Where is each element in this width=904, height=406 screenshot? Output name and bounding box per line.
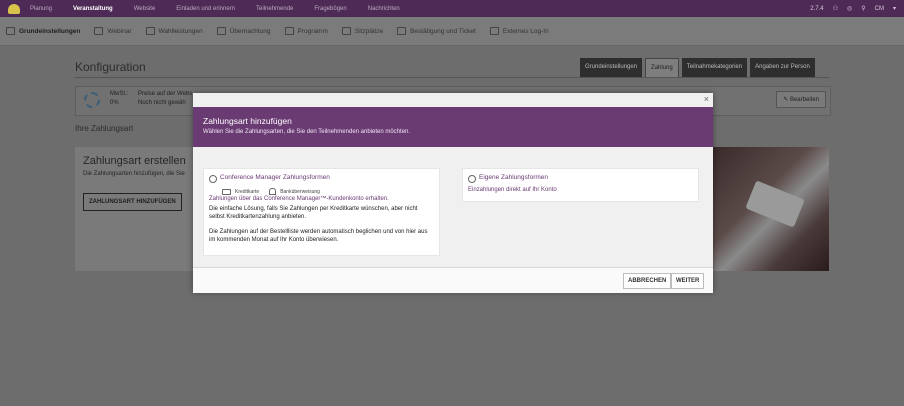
close-icon[interactable]: × bbox=[704, 94, 709, 104]
tab-grundeinstellungen[interactable]: Grundeinstellungen bbox=[580, 58, 643, 77]
avatar[interactable]: CM bbox=[875, 6, 884, 12]
tab-angaben-zur-person[interactable]: Angaben zur Person bbox=[750, 58, 815, 77]
pencil-icon: ✎ bbox=[783, 97, 790, 103]
users-icon[interactable]: ⚇ bbox=[833, 5, 838, 12]
topnav-teilnehmende[interactable]: Teilnehmende bbox=[256, 6, 293, 12]
modal-subtitle: Wählen Sie die Zahlungsarten, die Sie de… bbox=[203, 129, 411, 135]
bank-transfer-label: Banküberweisung bbox=[280, 188, 320, 195]
subnav-sitzplaetze[interactable]: Sitzplätze bbox=[341, 27, 384, 35]
prices-status-text: Noch nicht gewäh bbox=[138, 100, 186, 106]
app-logo-icon[interactable] bbox=[8, 3, 20, 14]
monitor-icon bbox=[94, 27, 104, 35]
globe-icon[interactable]: ◎ bbox=[847, 5, 852, 12]
bed-icon bbox=[216, 27, 226, 35]
tab-teilnahmekategorien[interactable]: Teilnahmekategorien bbox=[681, 58, 748, 77]
option-conference-manager[interactable]: Conference Manager Zahlungsformen Kredit… bbox=[203, 168, 440, 256]
topnav-website[interactable]: Website bbox=[134, 6, 156, 12]
option-description: Die einfache Lösung, falls Sie Zahlungen… bbox=[209, 206, 418, 220]
chair-icon bbox=[341, 27, 351, 35]
credit-card-icon bbox=[222, 188, 231, 195]
counter-text: 2.7.4 bbox=[810, 5, 824, 12]
topnav-veranstaltung[interactable]: Veranstaltung bbox=[73, 6, 113, 12]
add-payment-button[interactable]: ZAHLUNGSART HINZUFÜGEN bbox=[83, 193, 182, 211]
search-icon[interactable]: ⚲ bbox=[861, 5, 865, 12]
edit-button-label: Bearbeiten bbox=[789, 97, 819, 103]
tab-zahlung[interactable]: Zahlung bbox=[645, 58, 679, 77]
modal-footer: ABBRECHEN WEITER bbox=[193, 267, 713, 293]
option-description-2: Die Zahlungen auf der Bestellliste werde… bbox=[209, 229, 428, 243]
credit-card-photo bbox=[713, 147, 829, 271]
subnav-programm[interactable]: Programm bbox=[284, 27, 328, 35]
option-title: Conference Manager Zahlungsformen bbox=[220, 174, 330, 181]
radio-conference-manager[interactable] bbox=[209, 175, 217, 183]
bank-icon bbox=[269, 188, 277, 195]
subnav-webinar[interactable]: Webinar bbox=[94, 27, 132, 35]
subnav-label: Externes Log-In bbox=[502, 27, 549, 35]
option-link[interactable]: Zahlungen über das Conference Manager™-K… bbox=[209, 196, 389, 202]
subnav-grundeinstellungen[interactable]: Grundeinstellungen bbox=[6, 27, 80, 35]
add-payment-modal: × Zahlungsart hinzufügen Wählen Sie die … bbox=[193, 93, 713, 293]
radio-own-payment[interactable] bbox=[468, 175, 476, 183]
chevron-down-icon[interactable]: ▾ bbox=[893, 5, 896, 12]
subnav-label: Wahlleistungen bbox=[158, 27, 203, 35]
gear-icon bbox=[84, 92, 100, 108]
subnav-label: Programm bbox=[297, 27, 328, 35]
option-own-payment[interactable]: Eigene Zahlungsformen Einzahlungen direk… bbox=[462, 168, 699, 202]
next-button[interactable]: WEITER bbox=[671, 273, 705, 289]
divider bbox=[75, 77, 829, 78]
option-title: Eigene Zahlungsformen bbox=[479, 174, 549, 181]
create-text: Die Zahlungsarten hinzufügen, die Sie bbox=[83, 171, 185, 177]
subnav-label: Grundeinstellungen bbox=[19, 27, 81, 35]
topnav-nachrichten[interactable]: Nachrichten bbox=[368, 6, 400, 12]
subnav-bestaetigung[interactable]: Bestätigung und Ticket bbox=[397, 27, 476, 35]
modal-header: Zahlungsart hinzufügen Wählen Sie die Za… bbox=[193, 107, 713, 147]
option-link[interactable]: Einzahlungen direkt auf Ihr Konto bbox=[468, 187, 557, 193]
mwst-value: 0% bbox=[110, 100, 119, 106]
ticket-icon bbox=[397, 27, 407, 35]
subnav-uebernachtung[interactable]: Übernachtung bbox=[216, 27, 271, 35]
config-tabs: Grundeinstellungen Zahlung Teilnahmekate… bbox=[580, 58, 815, 77]
section-title: Ihre Zahlungsart bbox=[75, 124, 134, 133]
topnav-frageboegen[interactable]: Fragebögen bbox=[314, 6, 346, 12]
edit-button[interactable]: ✎ Bearbeiten bbox=[776, 91, 826, 108]
subnav-label: Webinar bbox=[107, 27, 132, 35]
pencil-icon bbox=[489, 27, 499, 35]
subnav-externes-login[interactable]: Externes Log-In bbox=[489, 27, 549, 35]
calendar-icon bbox=[284, 27, 294, 35]
create-title: Zahlungsart erstellen bbox=[83, 155, 186, 167]
credit-card-label: Kreditkarte bbox=[235, 188, 260, 195]
gear-icon bbox=[6, 27, 15, 35]
cancel-button[interactable]: ABBRECHEN bbox=[623, 273, 672, 289]
modal-title: Zahlungsart hinzufügen bbox=[203, 116, 292, 126]
card-image bbox=[745, 180, 805, 228]
topnav-planung[interactable]: Planung bbox=[30, 6, 52, 12]
sub-navigation: Grundeinstellungen Webinar Wahlleistunge… bbox=[0, 17, 904, 46]
subnav-label: Bestätigung und Ticket bbox=[410, 27, 476, 35]
payment-methods-row: Kreditkarte Banküberweisung bbox=[222, 188, 320, 195]
subnav-label: Übernachtung bbox=[229, 27, 271, 35]
subnav-label: Sitzplätze bbox=[354, 27, 384, 35]
topnav-right: 2.7.4 ⚇ ◎ ⚲ CM ▾ bbox=[810, 0, 896, 17]
topnav-einladen[interactable]: Einladen und erinnern bbox=[176, 6, 235, 12]
page-title: Konfiguration bbox=[75, 60, 146, 74]
subnav-wahlleistungen[interactable]: Wahlleistungen bbox=[145, 27, 203, 35]
prices-text: Preise auf der Webs bbox=[138, 91, 193, 97]
puzzle-icon bbox=[145, 27, 155, 35]
mwst-label: MwSt.: bbox=[110, 91, 129, 97]
top-navigation: Planung Veranstaltung Website Einladen u… bbox=[0, 0, 904, 17]
